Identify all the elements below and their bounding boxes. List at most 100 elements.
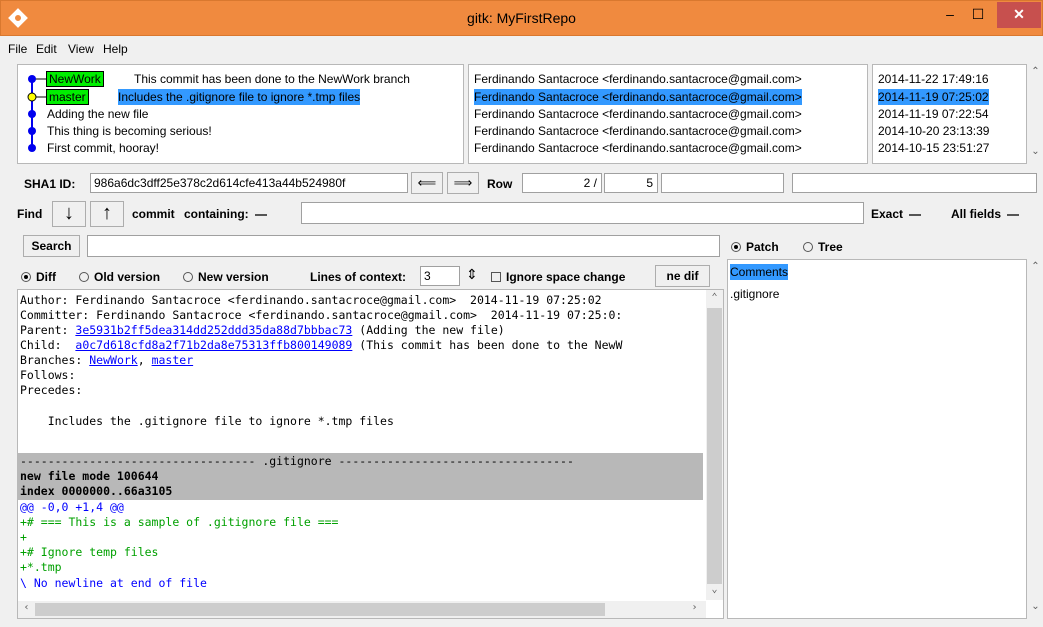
branches-label: Branches: <box>20 353 90 367</box>
window-title: gitk: MyFirstRepo <box>467 10 576 26</box>
scroll-down-icon[interactable]: ⌄ <box>706 584 723 595</box>
patch-label: Patch <box>746 240 779 254</box>
radio-icon <box>803 242 813 252</box>
fields-dropdown[interactable]: All fields <box>951 207 1020 221</box>
scroll-right-icon[interactable]: › <box>686 602 703 613</box>
close-button[interactable]: ✕ <box>997 2 1041 28</box>
branch-separator: , <box>137 353 152 367</box>
find-type-label: commit <box>132 207 175 221</box>
menu-edit[interactable]: Edit <box>36 42 57 56</box>
old-version-radio[interactable]: Old version <box>79 270 160 284</box>
branch-link-newwork[interactable]: NewWork <box>89 353 137 367</box>
file-list-scrollbar[interactable]: ⌃ ⌄ <box>1027 259 1043 619</box>
back-button[interactable]: ⟸ <box>411 172 443 194</box>
diff-vscroll-thumb[interactable] <box>707 308 722 584</box>
find-input[interactable] <box>301 202 864 224</box>
new-version-label: New version <box>198 270 269 284</box>
added-line: + <box>20 530 27 544</box>
file-list-comments[interactable]: Comments <box>730 264 789 280</box>
tree-label: Tree <box>818 240 843 254</box>
child-line: Child: a0c7d618cfd8a2f71b2da8e75313ffb80… <box>20 338 622 353</box>
child-label: Child: <box>20 338 76 352</box>
history-scrollbar[interactable]: ⌃ ⌄ <box>1027 64 1043 164</box>
diff-radio[interactable]: Diff <box>21 270 56 284</box>
context-input[interactable]: 3 <box>420 266 460 286</box>
commit-author[interactable]: Ferdinando Santacroce <ferdinando.santac… <box>474 106 802 122</box>
commit-message[interactable]: First commit, hooray! <box>47 140 159 156</box>
added-line: +# Ignore temp files <box>20 545 159 559</box>
dropdown-icon <box>1007 213 1020 216</box>
diff-vscrollbar[interactable]: ⌃ ⌄ <box>706 290 723 600</box>
no-newline-line: \ No newline at end of file <box>20 576 207 590</box>
diff-label: Diff <box>36 270 56 284</box>
search-button[interactable]: Search <box>23 235 80 257</box>
menu-view[interactable]: View <box>68 42 94 56</box>
parent-label: Parent: <box>20 323 76 337</box>
file-list-pane[interactable]: Comments .gitignore <box>727 259 1027 619</box>
commit-message-selected[interactable]: Includes the .gitignore file to ignore *… <box>118 89 361 105</box>
scroll-up-icon[interactable]: ⌃ <box>1027 66 1043 77</box>
commit-author[interactable]: Ferdinando Santacroce <ferdinando.santac… <box>474 123 802 139</box>
file-list-gitignore[interactable]: .gitignore <box>730 286 779 302</box>
commit-message-body: Includes the .gitignore file to ignore *… <box>20 414 394 428</box>
tree-radio[interactable]: Tree <box>803 240 843 254</box>
child-message: (This commit has been done to the NewW <box>352 338 623 352</box>
parent-line: Parent: 3e5931b2ff5dea314dd252ddd35da88d… <box>20 323 505 338</box>
minimize-button[interactable]: – <box>936 2 964 28</box>
find-next-button[interactable]: ↓ <box>52 201 86 227</box>
new-version-radio[interactable]: New version <box>183 270 269 284</box>
menu-file[interactable]: File <box>8 42 27 56</box>
commit-date-selected[interactable]: 2014-11-19 07:25:02 <box>878 89 989 105</box>
scroll-left-icon[interactable]: ‹ <box>18 602 35 613</box>
commit-message[interactable]: Adding the new file <box>47 106 148 122</box>
sha1-input[interactable]: 986a6dc3dff25e378c2d614cfe413a44b524980f <box>90 173 408 193</box>
branches-line: Branches: NewWork, master <box>20 353 193 368</box>
menu-bar: File Edit View Help <box>0 37 1043 61</box>
find-mode-dropdown[interactable]: containing: <box>184 207 267 221</box>
commit-graph-pane[interactable]: NewWork master This commit has been done… <box>17 64 464 164</box>
exact-dropdown[interactable]: Exact <box>871 207 922 221</box>
commit-message[interactable]: This commit has been done to the NewWork… <box>134 71 410 87</box>
menu-help[interactable]: Help <box>103 42 128 56</box>
patch-radio[interactable]: Patch <box>731 240 779 254</box>
fields-value: All fields <box>951 207 1002 221</box>
branch-tag-newwork[interactable]: NewWork <box>46 71 104 87</box>
commit-date[interactable]: 2014-11-22 17:49:16 <box>878 71 989 87</box>
diff-hscroll-thumb[interactable] <box>35 603 605 616</box>
commit-date[interactable]: 2014-10-20 23:13:39 <box>878 123 989 139</box>
context-label: Lines of context: <box>310 270 407 284</box>
branch-tag-master[interactable]: master <box>46 89 89 105</box>
commit-date[interactable]: 2014-11-19 07:22:54 <box>878 106 989 122</box>
scroll-up-icon[interactable]: ⌃ <box>1027 261 1043 272</box>
commit-date[interactable]: 2014-10-15 23:51:27 <box>878 140 989 156</box>
context-spinner-icon[interactable]: ⇕ <box>466 266 478 283</box>
parent-hash-link[interactable]: 3e5931b2ff5dea314dd252ddd35da88d7bbbac73 <box>75 323 352 337</box>
commit-author-selected[interactable]: Ferdinando Santacroce <ferdinando.santac… <box>474 89 802 105</box>
ignore-space-label: Ignore space change <box>506 270 626 284</box>
row-current: 2 / <box>522 173 602 193</box>
maximize-button[interactable]: ☐ <box>964 2 992 28</box>
scroll-up-icon[interactable]: ⌃ <box>706 292 723 303</box>
child-hash-link[interactable]: a0c7d618cfd8a2f71b2da8e75313ffb800149089 <box>75 338 352 352</box>
parent-message: (Adding the new file) <box>352 323 505 337</box>
commit-message[interactable]: This thing is becoming serious! <box>47 123 212 139</box>
commit-author[interactable]: Ferdinando Santacroce <ferdinando.santac… <box>474 71 802 87</box>
line-diff-button[interactable]: ne dif <box>655 265 710 287</box>
scroll-down-icon[interactable]: ⌄ <box>1027 146 1043 157</box>
commit-author-pane[interactable]: Ferdinando Santacroce <ferdinando.santac… <box>468 64 868 164</box>
progress-field <box>661 173 784 193</box>
checkbox-icon <box>491 272 501 282</box>
diff-hscrollbar[interactable]: ‹ › <box>18 601 706 618</box>
commit-author[interactable]: Ferdinando Santacroce <ferdinando.santac… <box>474 140 802 156</box>
find-prev-button[interactable]: ↑ <box>90 201 124 227</box>
ignore-space-checkbox[interactable]: Ignore space change <box>491 270 625 284</box>
author-line: Author: Ferdinando Santacroce <ferdinand… <box>20 293 602 307</box>
forward-button[interactable]: ⟹ <box>447 172 479 194</box>
branch-link-master[interactable]: master <box>152 353 194 367</box>
commit-date-pane[interactable]: 2014-11-22 17:49:16 2014-11-19 07:25:02 … <box>872 64 1027 164</box>
search-input[interactable] <box>87 235 720 257</box>
diff-pane[interactable]: Author: Ferdinando Santacroce <ferdinand… <box>17 289 724 619</box>
row-label: Row <box>487 177 513 191</box>
file-index-line: index 0000000..66a3105 <box>20 484 173 498</box>
scroll-down-icon[interactable]: ⌄ <box>1027 601 1043 612</box>
